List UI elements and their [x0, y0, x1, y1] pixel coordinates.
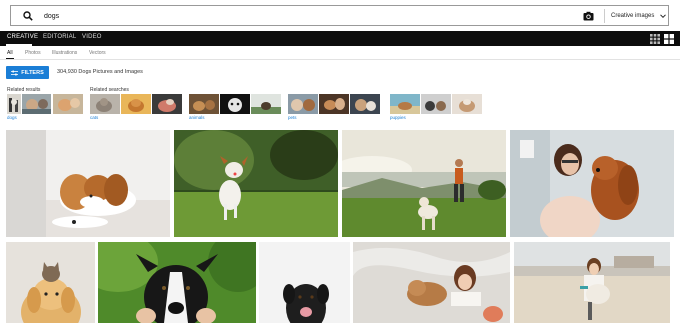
main-nav: CREATIVE EDITORIAL VIDEO	[0, 31, 680, 46]
filters-button[interactable]: FILTERS	[6, 66, 49, 79]
photo-girl-with-dog-in-bed[interactable]	[353, 242, 510, 323]
subtab-photos[interactable]: Photos	[25, 50, 41, 56]
camera-icon[interactable]	[583, 11, 594, 21]
related-result-link[interactable]: dogs	[7, 115, 17, 120]
related-search-thumb[interactable]	[152, 94, 182, 114]
image-type-select[interactable]: Creative images	[611, 6, 669, 25]
chevron-down-icon	[660, 13, 667, 18]
search-divider	[604, 9, 605, 23]
tab-creative[interactable]: CREATIVE	[7, 34, 38, 40]
related-search-link-cats[interactable]: cats	[90, 115, 98, 120]
subtab-illustrations[interactable]: Illustrations	[52, 50, 77, 56]
related-searches-label: Related searches	[90, 87, 129, 93]
subtab-vectors[interactable]: Vectors	[89, 50, 106, 56]
photo-beagle-lying[interactable]	[6, 130, 170, 237]
tab-editorial[interactable]: EDITORIAL	[43, 34, 76, 40]
related-search-thumb[interactable]	[390, 94, 420, 114]
grid-large-icon[interactable]	[664, 34, 674, 44]
related-search-thumb[interactable]	[121, 94, 151, 114]
search-input[interactable]	[44, 10, 544, 22]
photo-man-and-dog-hiking[interactable]	[342, 130, 506, 237]
grid-small-icon[interactable]	[650, 34, 660, 44]
related-search-thumb[interactable]	[288, 94, 318, 114]
sliders-icon	[11, 70, 19, 75]
related-search-thumb[interactable]	[251, 94, 281, 114]
media-type-tabs: All Photos Illustrations Vectors	[0, 46, 680, 60]
related-result-thumb[interactable]	[7, 94, 21, 114]
related-search-thumb[interactable]	[452, 94, 482, 114]
photo-woman-hugging-spaniel[interactable]	[510, 130, 674, 237]
related-search-thumb[interactable]	[220, 94, 250, 114]
image-type-label: Creative images	[611, 12, 655, 19]
related-search-thumb[interactable]	[319, 94, 349, 114]
result-count: 304,930 Dogs Pictures and Images	[57, 69, 143, 75]
photo-girl-hugging-dog-on-beach[interactable]	[514, 242, 670, 323]
related-search-thumb[interactable]	[350, 94, 380, 114]
filters-label: FILTERS	[21, 69, 44, 76]
search-icon[interactable]	[23, 11, 33, 21]
related-result-thumb[interactable]	[53, 94, 83, 114]
related-search-link-pets[interactable]: pets	[288, 115, 297, 120]
related-search-thumb[interactable]	[90, 94, 120, 114]
photo-running-terrier[interactable]	[174, 130, 338, 237]
active-subtab-indicator	[6, 58, 14, 59]
tab-video[interactable]: VIDEO	[82, 34, 102, 40]
photo-border-collie-closeup[interactable]	[98, 242, 256, 323]
photo-cat-on-retriever[interactable]	[6, 242, 95, 323]
related-search-link-puppies[interactable]: puppies	[390, 115, 406, 120]
related-result-thumb[interactable]	[22, 94, 51, 114]
related-search-link-animals[interactable]: animals	[189, 115, 205, 120]
subtab-all[interactable]: All	[7, 50, 13, 56]
related-search-thumb[interactable]	[421, 94, 451, 114]
search-bar: Creative images	[10, 5, 669, 26]
related-results-label: Related results	[7, 87, 41, 93]
related-search-thumb[interactable]	[189, 94, 219, 114]
photo-black-dog-portrait[interactable]	[259, 242, 350, 323]
